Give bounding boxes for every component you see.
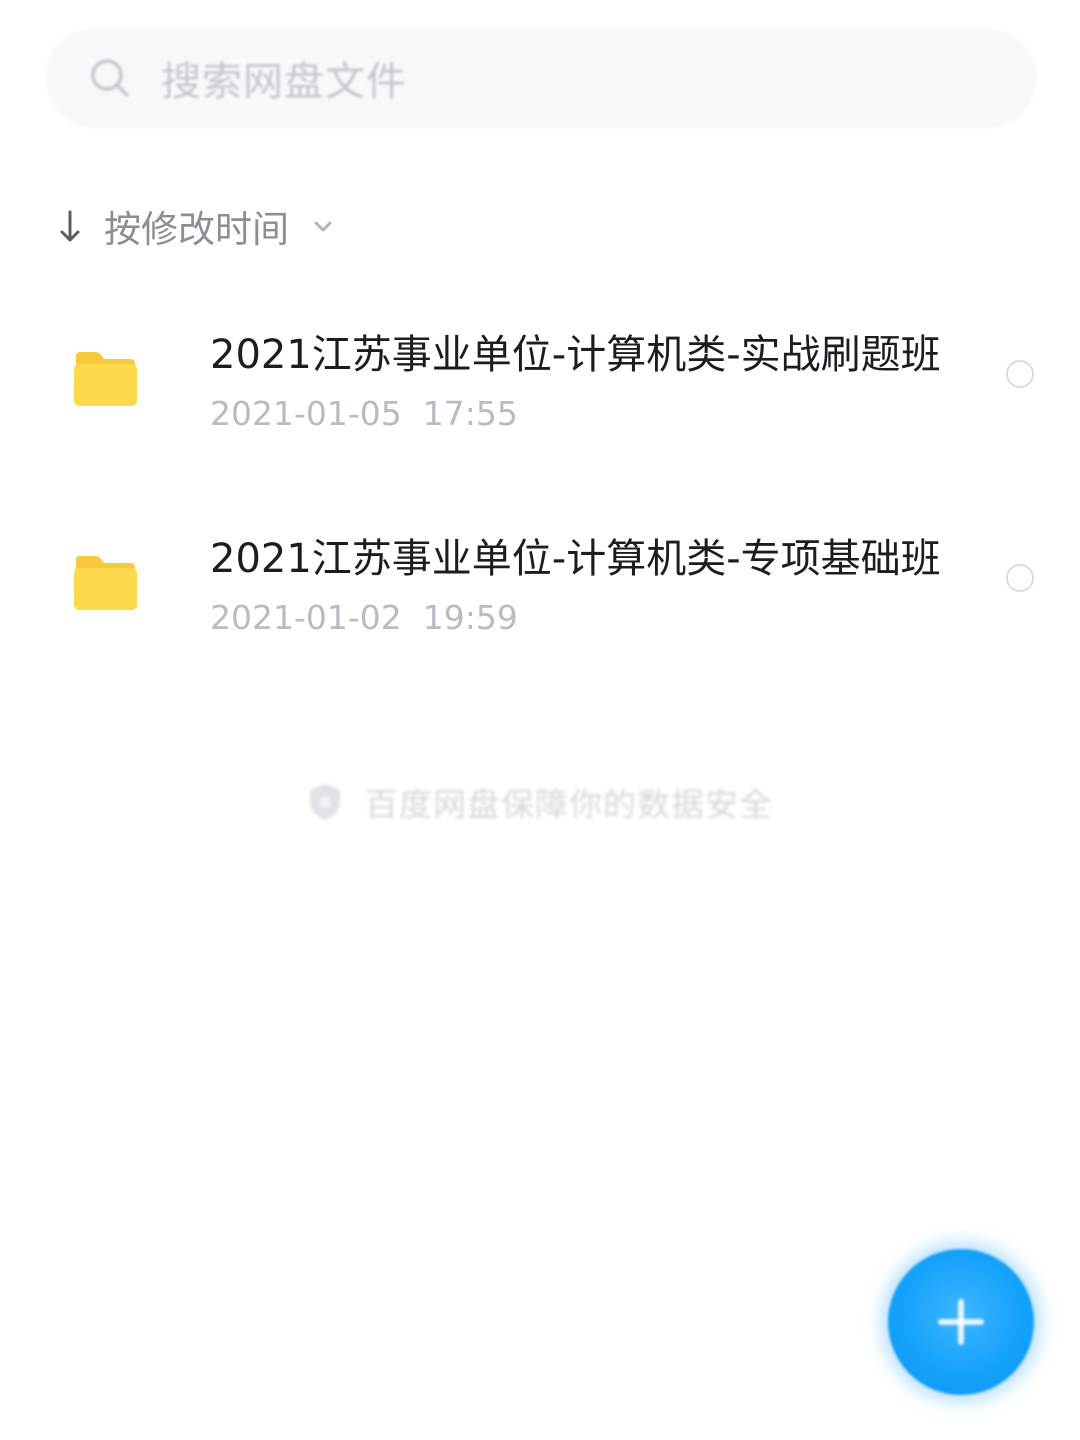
arrow-down-icon — [58, 206, 82, 246]
add-button[interactable] — [888, 1249, 1034, 1395]
safety-text: 百度网盘保障你的数据安全 — [365, 785, 773, 824]
search-bar[interactable]: 搜索网盘文件 — [45, 28, 1037, 128]
shield-icon — [307, 782, 343, 822]
folder-icon — [72, 554, 138, 612]
file-modified-time: 2021-01-05 17:55 — [210, 394, 518, 433]
search-placeholder: 搜索网盘文件 — [161, 59, 407, 105]
file-name: 2021江苏事业单位-计算机类-专项基础班 — [210, 536, 941, 582]
search-icon — [89, 57, 131, 99]
folder-icon — [72, 350, 138, 408]
chevron-down-icon — [311, 214, 335, 238]
file-modified-time: 2021-01-02 19:59 — [210, 598, 518, 637]
file-browser-page: 搜索网盘文件 按修改时间 2021江苏事业单位-计算机类-实战刷题班 2021-… — [0, 0, 1080, 1440]
select-radio[interactable] — [1006, 360, 1034, 388]
sort-selector[interactable]: 按修改时间 — [58, 196, 335, 256]
sort-label: 按修改时间 — [104, 208, 289, 251]
select-radio[interactable] — [1006, 564, 1034, 592]
file-name: 2021江苏事业单位-计算机类-实战刷题班 — [210, 332, 941, 378]
plus-icon — [931, 1292, 991, 1352]
file-list-item[interactable]: 2021江苏事业单位-计算机类-实战刷题班 2021-01-05 17:55 — [0, 300, 1080, 460]
file-list-item[interactable]: 2021江苏事业单位-计算机类-专项基础班 2021-01-02 19:59 — [0, 504, 1080, 664]
data-safety-note: 百度网盘保障你的数据安全 — [0, 772, 1080, 832]
